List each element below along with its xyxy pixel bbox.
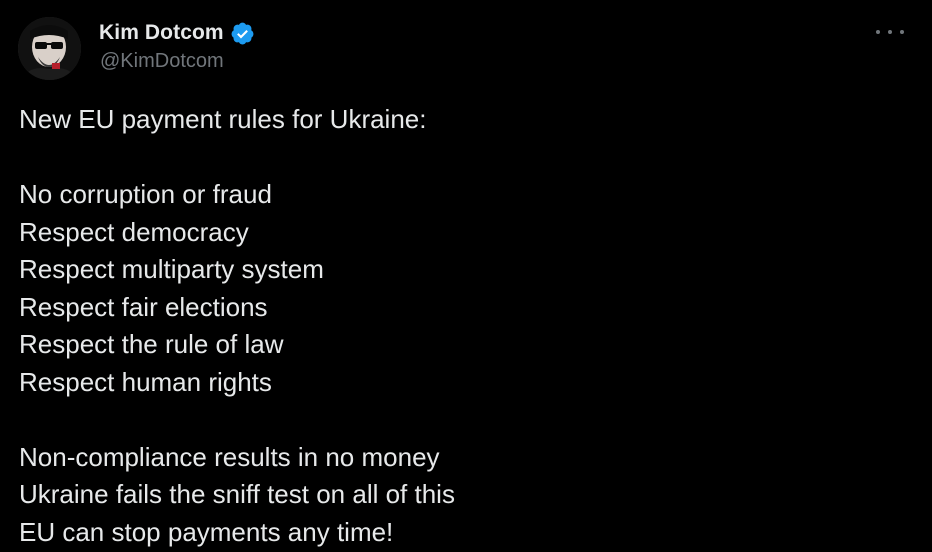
author-name-row[interactable]: Kim Dotcom: [99, 18, 255, 48]
verified-badge-icon[interactable]: [230, 21, 255, 46]
tweet-line: Respect human rights: [19, 366, 272, 397]
tweet-text: New EU payment rules for Ukraine: No cor…: [19, 101, 455, 551]
tweet-line: No corruption or fraud: [19, 179, 272, 209]
tweet-line: New EU payment rules for Ukraine:: [19, 104, 427, 134]
more-options-icon[interactable]: [876, 22, 904, 42]
avatar-image: [18, 17, 81, 80]
tweet-line: Ukraine fails the sniff test on all of t…: [19, 479, 455, 509]
tweet-line: Respect fair elections: [19, 291, 268, 322]
tweet-line: Non-compliance results in no money: [19, 441, 440, 472]
tweet-card: Kim Dotcom @KimDotcom New EU payment rul…: [0, 0, 932, 552]
more-dot: [876, 30, 880, 34]
tweet-line: EU can stop payments any time!: [19, 516, 394, 547]
tweet-line: Respect multiparty system: [19, 254, 324, 284]
tweet-line: Respect democracy: [19, 216, 249, 247]
more-dot: [888, 30, 892, 34]
author-handle[interactable]: @KimDotcom: [100, 50, 224, 73]
more-dot: [900, 30, 904, 34]
avatar[interactable]: [18, 17, 81, 80]
author-display-name[interactable]: Kim Dotcom: [99, 21, 224, 45]
tweet-line: Respect the rule of law: [19, 329, 284, 359]
